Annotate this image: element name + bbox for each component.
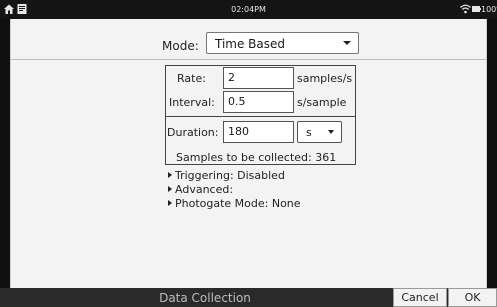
interval-label: Interval: [169,96,215,109]
cancel-button[interactable]: Cancel [393,288,447,307]
photogate-expander[interactable]: Photogate Mode: None [168,197,301,210]
ok-button[interactable]: OK [448,288,497,307]
duration-unit-select[interactable]: s [297,121,342,143]
photogate-label: Photogate Mode: None [175,197,301,210]
interval-input[interactable]: 0.5 [223,91,294,113]
samples-count-text: Samples to be collected: 361 [176,151,337,164]
expand-arrow-icon [168,186,172,192]
mode-select[interactable]: Time Based [206,32,359,54]
advanced-expander[interactable]: Advanced: [168,183,233,196]
divider [10,59,487,60]
battery-icon [472,6,481,12]
chevron-down-icon [343,41,351,45]
duration-label: Duration: [167,126,219,139]
clock-text: 02:04PM [231,5,266,14]
rate-unit: samples/s [297,72,353,85]
panel-divider [165,116,356,117]
rate-input[interactable]: 2 [223,67,294,89]
mode-label: Mode: [162,39,199,53]
rate-label: Rate: [177,72,206,85]
expand-arrow-icon [168,200,172,206]
advanced-label: Advanced: [175,183,234,196]
duration-unit-value: s [306,126,312,139]
dialog-title: Data Collection [159,291,251,305]
expand-arrow-icon [168,172,172,178]
status-bar: 02:04PM 100% [0,0,497,19]
duration-input[interactable]: 180 [223,121,294,143]
interval-unit: s/sample [297,96,347,109]
wifi-icon [460,4,471,14]
mode-select-value: Time Based [215,37,286,51]
chevron-down-icon [328,130,334,134]
battery-percent: 100% [481,5,497,14]
triggering-label: Triggering: Disabled [175,169,285,182]
triggering-expander[interactable]: Triggering: Disabled [168,169,285,182]
